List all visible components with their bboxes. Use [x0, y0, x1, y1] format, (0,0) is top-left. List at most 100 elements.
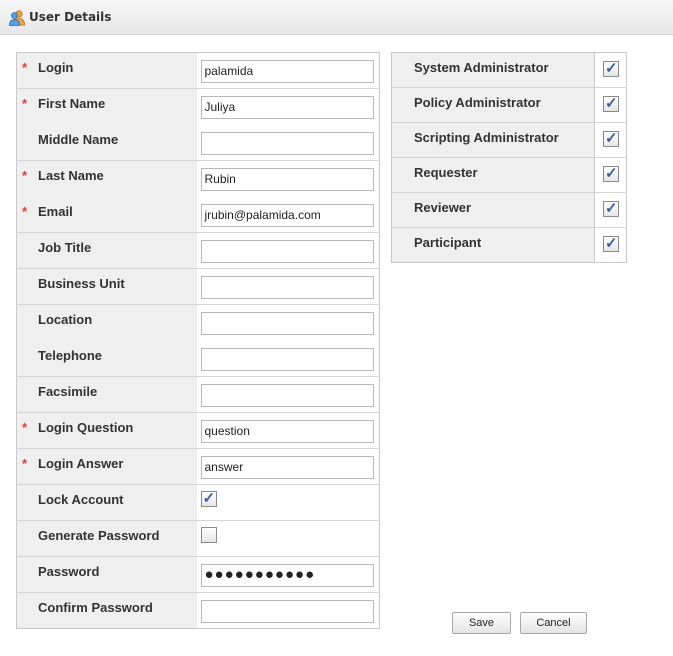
login-label-cell: * Login	[16, 52, 197, 89]
required-marker: *	[22, 420, 28, 435]
job-title-label: Job Title	[38, 240, 92, 255]
last-name-label-cell: * Last Name	[16, 160, 197, 197]
job-title-value-cell	[196, 232, 380, 269]
first-name-label-cell: * First Name	[16, 88, 197, 125]
login-answer-value-cell: answer	[196, 448, 380, 485]
location-input[interactable]	[200, 312, 374, 335]
password-input[interactable]: ●●●●●●●●●●●	[200, 564, 374, 587]
form-row-confirm-password: Confirm Password	[16, 592, 380, 629]
form-row-password: Password ●●●●●●●●●●●	[16, 556, 380, 593]
required-marker: *	[22, 60, 28, 75]
login-label: Login	[38, 60, 74, 75]
role-checkbox-participant[interactable]: ✓	[603, 235, 619, 252]
role-checkbox-scripting-administrator[interactable]: ✓	[603, 130, 619, 147]
facsimile-input[interactable]	[200, 384, 374, 407]
checkmark-icon: ✓	[605, 200, 618, 217]
role-label-participant: Participant	[391, 227, 595, 263]
first-name-label: First Name	[38, 96, 106, 111]
generate-password-checkbox[interactable]	[200, 527, 217, 543]
role-checkbox-reviewer[interactable]: ✓	[603, 200, 619, 217]
role-label-scripting-administrator: Scripting Administrator	[391, 122, 595, 158]
job-title-input[interactable]	[200, 240, 374, 263]
role-row-scripting-administrator: Scripting Administrator ✓	[391, 122, 627, 158]
login-question-input[interactable]: question	[200, 420, 374, 443]
telephone-input[interactable]	[200, 347, 374, 371]
lock-account-checkbox[interactable]: ✓	[200, 490, 217, 507]
last-name-label: Last Name	[38, 168, 104, 183]
telephone-value-cell	[197, 341, 380, 377]
first-name-input[interactable]: Juliya	[200, 96, 374, 119]
login-question-label: Login Question	[38, 420, 134, 435]
login-answer-label: Login Answer	[38, 456, 124, 471]
role-row-requester: Requester ✓	[391, 157, 627, 193]
business-unit-label-cell: Business Unit	[16, 268, 197, 305]
middle-name-input[interactable]	[200, 131, 374, 155]
lock-account-label: Lock Account	[38, 492, 124, 507]
role-row-policy-administrator: Policy Administrator ✓	[391, 87, 627, 123]
role-label-reviewer: Reviewer	[391, 192, 595, 228]
email-label: Email	[38, 203, 73, 219]
role-label-system-administrator: System Administrator	[391, 52, 595, 88]
generate-password-value-cell	[196, 520, 380, 557]
role-value-cell: ✓	[594, 192, 627, 228]
role-row-system-administrator: System Administrator ✓	[391, 52, 627, 88]
form-row-login-question: * Login Question question	[16, 412, 380, 449]
required-marker: *	[22, 203, 28, 219]
login-question-value-cell: question	[196, 412, 380, 449]
checkmark-icon: ✓	[605, 235, 618, 252]
middle-name-value-cell	[197, 125, 380, 161]
checkmark-icon: ✓	[202, 490, 216, 507]
required-marker: *	[22, 168, 28, 183]
form-row-login: * Login palamida	[16, 52, 380, 89]
location-label: Location	[38, 312, 93, 327]
window-title: User Details	[29, 10, 112, 24]
form-row-business-unit: Business Unit	[16, 268, 380, 305]
form-row-first-name: * First Name Juliya	[16, 88, 380, 125]
login-input[interactable]: palamida	[200, 60, 374, 83]
first-name-value-cell: Juliya	[196, 88, 380, 125]
cancel-button[interactable]: Cancel	[520, 612, 587, 634]
form-row-generate-password: Generate Password	[16, 520, 380, 557]
facsimile-value-cell	[196, 376, 380, 413]
password-label: Password	[38, 564, 100, 579]
checkmark-icon: ✓	[605, 165, 618, 182]
facsimile-label-cell: Facsimile	[16, 376, 197, 413]
email-input[interactable]: jrubin@palamida.com	[200, 203, 374, 227]
form-row-location: Location	[16, 304, 380, 341]
lock-account-label-cell: Lock Account	[16, 484, 197, 521]
last-name-input[interactable]: Rubin	[200, 168, 374, 191]
password-label-cell: Password	[16, 556, 197, 593]
password-value-cell: ●●●●●●●●●●●	[196, 556, 380, 593]
location-label-cell: Location	[16, 304, 197, 341]
checkmark-icon: ✓	[605, 95, 618, 112]
confirm-password-value-cell	[196, 592, 380, 629]
business-unit-input[interactable]	[200, 276, 374, 299]
role-row-reviewer: Reviewer ✓	[391, 192, 627, 228]
business-unit-value-cell	[196, 268, 380, 305]
form-row-job-title: Job Title	[16, 232, 380, 269]
login-value-cell: palamida	[197, 53, 380, 89]
role-checkbox-policy-administrator[interactable]: ✓	[603, 95, 619, 112]
login-answer-input[interactable]: answer	[200, 456, 374, 479]
form-row-lock-account: Lock Account ✓	[16, 484, 380, 521]
checkmark-icon: ✓	[605, 130, 618, 147]
job-title-label-cell: Job Title	[16, 232, 197, 269]
form-row-middle-name: Middle Name	[16, 124, 380, 161]
form-row-facsimile: Facsimile	[16, 376, 380, 413]
facsimile-label: Facsimile	[38, 384, 98, 399]
role-value-cell: ✓	[595, 53, 627, 88]
role-checkbox-requester[interactable]: ✓	[603, 165, 619, 182]
role-checkbox-system-administrator[interactable]: ✓	[603, 60, 619, 77]
role-value-cell: ✓	[594, 227, 627, 263]
lock-account-value-cell: ✓	[196, 484, 380, 521]
email-value-cell: jrubin@palamida.com	[197, 197, 380, 233]
form-row-email: * Email jrubin@palamida.com	[16, 196, 380, 233]
login-answer-label-cell: * Login Answer	[16, 448, 197, 485]
save-button[interactable]: Save	[452, 612, 511, 634]
roles-table: System Administrator ✓ Policy Administrato…	[391, 52, 627, 263]
users-icon	[9, 10, 25, 26]
login-question-label-cell: * Login Question	[16, 412, 197, 449]
confirm-password-input[interactable]	[200, 600, 374, 623]
required-marker: *	[22, 96, 28, 111]
telephone-label: Telephone	[38, 347, 103, 363]
